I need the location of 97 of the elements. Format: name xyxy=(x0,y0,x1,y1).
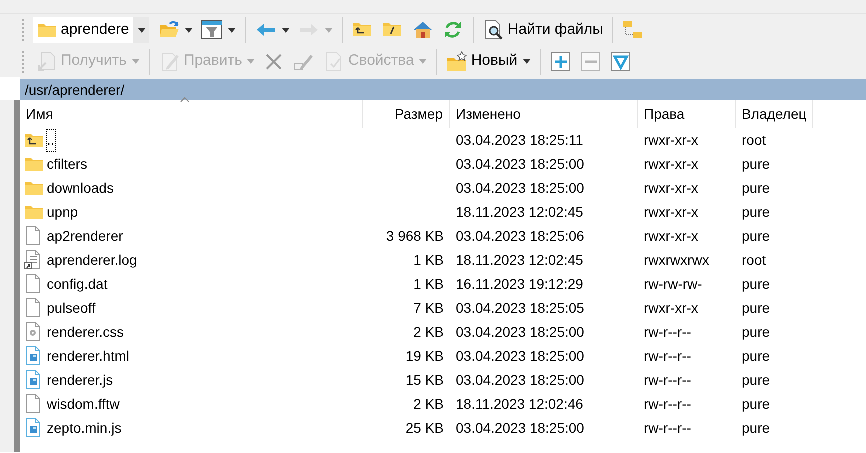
owner-name: pure xyxy=(742,228,770,244)
path-bar: /usr/aprenderer/ xyxy=(20,77,866,100)
caret-icon xyxy=(184,28,193,32)
permissions: rwxr-xr-x xyxy=(644,156,698,172)
modified-date: 03.04.2023 18:25:00 xyxy=(456,156,584,172)
owner-name: pure xyxy=(742,420,770,436)
modified-date: 18.11.2023 12:02:45 xyxy=(456,204,584,220)
file-name[interactable]: renderer.css xyxy=(47,322,124,342)
file-name[interactable]: pulseoff xyxy=(47,298,96,318)
size-column-header[interactable]: Размер xyxy=(363,100,450,128)
permissions: rw-r--r-- xyxy=(644,348,692,364)
file-size: 1 KB xyxy=(414,252,444,268)
new-folder-button[interactable]: Новый xyxy=(443,48,534,76)
web-file-icon xyxy=(24,346,43,366)
tree-folders-icon xyxy=(622,19,644,41)
modified-date: 03.04.2023 18:25:00 xyxy=(456,180,584,196)
plus-icon xyxy=(550,50,572,72)
permissions: rw-r--r-- xyxy=(644,420,692,436)
file-icon xyxy=(24,394,43,414)
find-files-icon xyxy=(482,19,505,41)
gear-file-icon xyxy=(24,322,43,342)
dropdown-button[interactable] xyxy=(133,17,150,43)
file-icon xyxy=(24,274,43,294)
file-name[interactable]: config.dat xyxy=(47,274,108,294)
modified-date: 03.04.2023 18:25:00 xyxy=(456,420,584,436)
file-name[interactable]: upnp xyxy=(47,202,78,222)
file-size: 15 KB xyxy=(406,372,444,388)
file-size: 7 KB xyxy=(414,300,444,316)
caret-icon xyxy=(132,59,140,64)
file-name[interactable]: ap2renderer xyxy=(47,226,124,246)
permissions: rw-r--r-- xyxy=(644,324,692,340)
file-size: 3 968 KB xyxy=(386,228,444,244)
file-name[interactable]: downloads xyxy=(47,178,114,198)
web-file-icon xyxy=(24,370,43,390)
owner-name: pure xyxy=(742,204,770,220)
caret-icon xyxy=(324,28,333,32)
permissions: rwxr-xr-x xyxy=(644,228,698,244)
caret-icon xyxy=(282,28,290,32)
file-size: 2 KB xyxy=(414,396,444,412)
new-folder-icon xyxy=(446,50,468,72)
modified-date: 18.11.2023 12:02:45 xyxy=(456,252,584,268)
file-name[interactable]: renderer.js xyxy=(47,370,114,390)
caret-icon xyxy=(419,59,428,64)
file-icon xyxy=(24,226,43,246)
permissions: rw-r--r-- xyxy=(644,372,692,388)
owner-name: pure xyxy=(742,276,770,292)
file-name[interactable]: wisdom.fftw xyxy=(47,394,120,414)
download-icon xyxy=(36,50,58,72)
rights-column-header[interactable]: Права xyxy=(638,100,736,128)
permissions: rw-r--r-- xyxy=(644,396,692,412)
text-file-icon xyxy=(24,250,43,270)
owner-name: pure xyxy=(742,396,770,412)
modified-column-header[interactable]: Изменено xyxy=(450,100,638,128)
permissions: rwxr-xr-x xyxy=(644,180,698,196)
modified-date: 18.11.2023 12:02:46 xyxy=(456,396,584,412)
owner-name: root xyxy=(742,132,766,148)
file-name[interactable]: .. xyxy=(47,130,55,150)
home-icon xyxy=(412,19,434,41)
modified-date: 03.04.2023 18:25:06 xyxy=(456,228,584,244)
file-name[interactable]: aprenderer.log xyxy=(47,250,138,270)
owner-name: pure xyxy=(742,156,770,172)
owner-name: pure xyxy=(742,300,770,316)
location-combo[interactable]: aprendere xyxy=(33,17,134,43)
owner-column-header[interactable]: Владелец xyxy=(736,100,813,128)
modified-date: 03.04.2023 18:25:11 xyxy=(456,132,584,148)
permissions: rwxrwxrwx xyxy=(644,252,710,268)
file-icon xyxy=(24,298,43,318)
permissions: rw-rw-rw- xyxy=(644,276,702,292)
file-size: 19 KB xyxy=(406,348,444,364)
find-files-button[interactable]: Найти файлы xyxy=(480,16,606,44)
file-name[interactable]: zepto.min.js xyxy=(47,418,122,438)
modified-date: 03.04.2023 18:25:00 xyxy=(456,348,584,364)
owner-name: pure xyxy=(742,324,770,340)
caret-icon xyxy=(228,28,236,32)
modified-date: 03.04.2023 18:25:00 xyxy=(456,372,584,388)
permissions: rwxr-xr-x xyxy=(644,204,698,220)
filter-select-icon xyxy=(610,50,632,72)
modified-date: 03.04.2023 18:25:05 xyxy=(456,300,584,316)
modified-date: 16.11.2023 19:12:29 xyxy=(456,276,584,292)
file-name[interactable]: cfilters xyxy=(47,154,88,174)
file-size: 1 KB xyxy=(414,276,444,292)
name-column-header[interactable]: Имя xyxy=(20,100,363,128)
owner-name: pure xyxy=(742,372,770,388)
caret-icon xyxy=(247,59,256,64)
file-name[interactable]: renderer.html xyxy=(47,346,130,366)
minus-icon xyxy=(580,50,602,72)
file-size: 2 KB xyxy=(414,324,444,340)
owner-name: pure xyxy=(742,348,770,364)
owner-name: root xyxy=(742,252,766,268)
web-file-icon xyxy=(24,418,43,438)
modified-date: 03.04.2023 18:25:00 xyxy=(456,324,584,340)
file-size: 25 KB xyxy=(406,420,444,436)
filter-icon xyxy=(200,19,223,41)
caret-icon xyxy=(522,59,531,64)
owner-name: pure xyxy=(742,180,770,196)
permissions: rwxr-xr-x xyxy=(644,132,698,148)
permissions: rwxr-xr-x xyxy=(644,300,698,316)
